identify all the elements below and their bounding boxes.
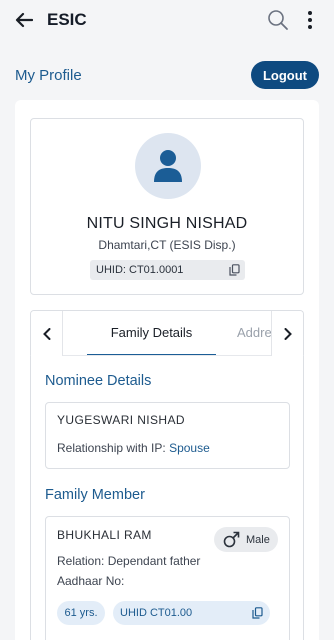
profile-panel: NITU SINGH NISHAD Dhamtari,CT (ESIS Disp…: [15, 100, 319, 640]
logout-button[interactable]: Logout: [251, 61, 319, 89]
member-name: BHUKHALI RAM: [57, 528, 152, 539]
page-title: My Profile: [15, 66, 82, 84]
tab-scroll-right-icon[interactable]: [271, 311, 303, 356]
gender-text: Male: [246, 533, 270, 546]
gender-badge: Male: [214, 527, 278, 552]
age-badge: 61 yrs.: [57, 601, 105, 625]
more-vert-icon[interactable]: [294, 3, 326, 37]
tab-address[interactable]: Addre: [237, 325, 272, 340]
profile-name: NITU SINGH NISHAD: [86, 215, 248, 232]
avatar: [135, 133, 201, 199]
member-relation: Relation: Dependant father: [57, 554, 201, 568]
male-icon: [223, 531, 240, 548]
relationship-label: Relationship with IP:: [57, 441, 166, 455]
profile-card: NITU SINGH NISHAD Dhamtari,CT (ESIS Disp…: [30, 118, 304, 295]
uhid-chip: UHID: CT01.0001: [90, 260, 245, 280]
nominee-section-title: Nominee Details: [45, 373, 152, 389]
nominee-card: YUGESWARI NISHAD Relationship with IP: S…: [45, 402, 290, 469]
profile-location: Dhamtari,CT (ESIS Disp.): [98, 238, 236, 252]
copy-icon[interactable]: [252, 607, 263, 619]
profile-header: My Profile Logout: [0, 58, 334, 92]
uhid-text: UHID: CT01.0001: [96, 264, 184, 276]
nominee-relationship: Relationship with IP: Spouse: [57, 441, 210, 455]
tab-family-details[interactable]: Family Details: [87, 311, 216, 356]
search-icon[interactable]: [262, 3, 294, 37]
relationship-value: Spouse: [169, 441, 210, 455]
member-aadhaar: Aadhaar No:: [57, 574, 198, 588]
tab-bar: | Family Details Addre: [30, 310, 304, 356]
aadhaar-label: Aadhaar No:: [57, 574, 125, 588]
tab-scroll-left-icon[interactable]: [31, 311, 63, 356]
family-member-card: BHUKHALI RAM Male Relation: Dependant fa…: [45, 516, 290, 640]
family-details-content: Nominee Details YUGESWARI NISHAD Relatio…: [30, 355, 304, 640]
app-title: ESIC: [47, 10, 87, 29]
family-section-title: Family Member: [45, 487, 145, 503]
nominee-name: YUGESWARI NISHAD: [57, 413, 185, 424]
member-uhid-text: UHID CT01.00: [120, 607, 193, 619]
copy-icon[interactable]: [229, 264, 240, 276]
back-arrow-icon[interactable]: [4, 3, 44, 37]
person-icon: [154, 150, 182, 182]
app-bar: ESIC: [0, 0, 334, 40]
member-uhid-badge: UHID CT01.00: [113, 601, 270, 625]
